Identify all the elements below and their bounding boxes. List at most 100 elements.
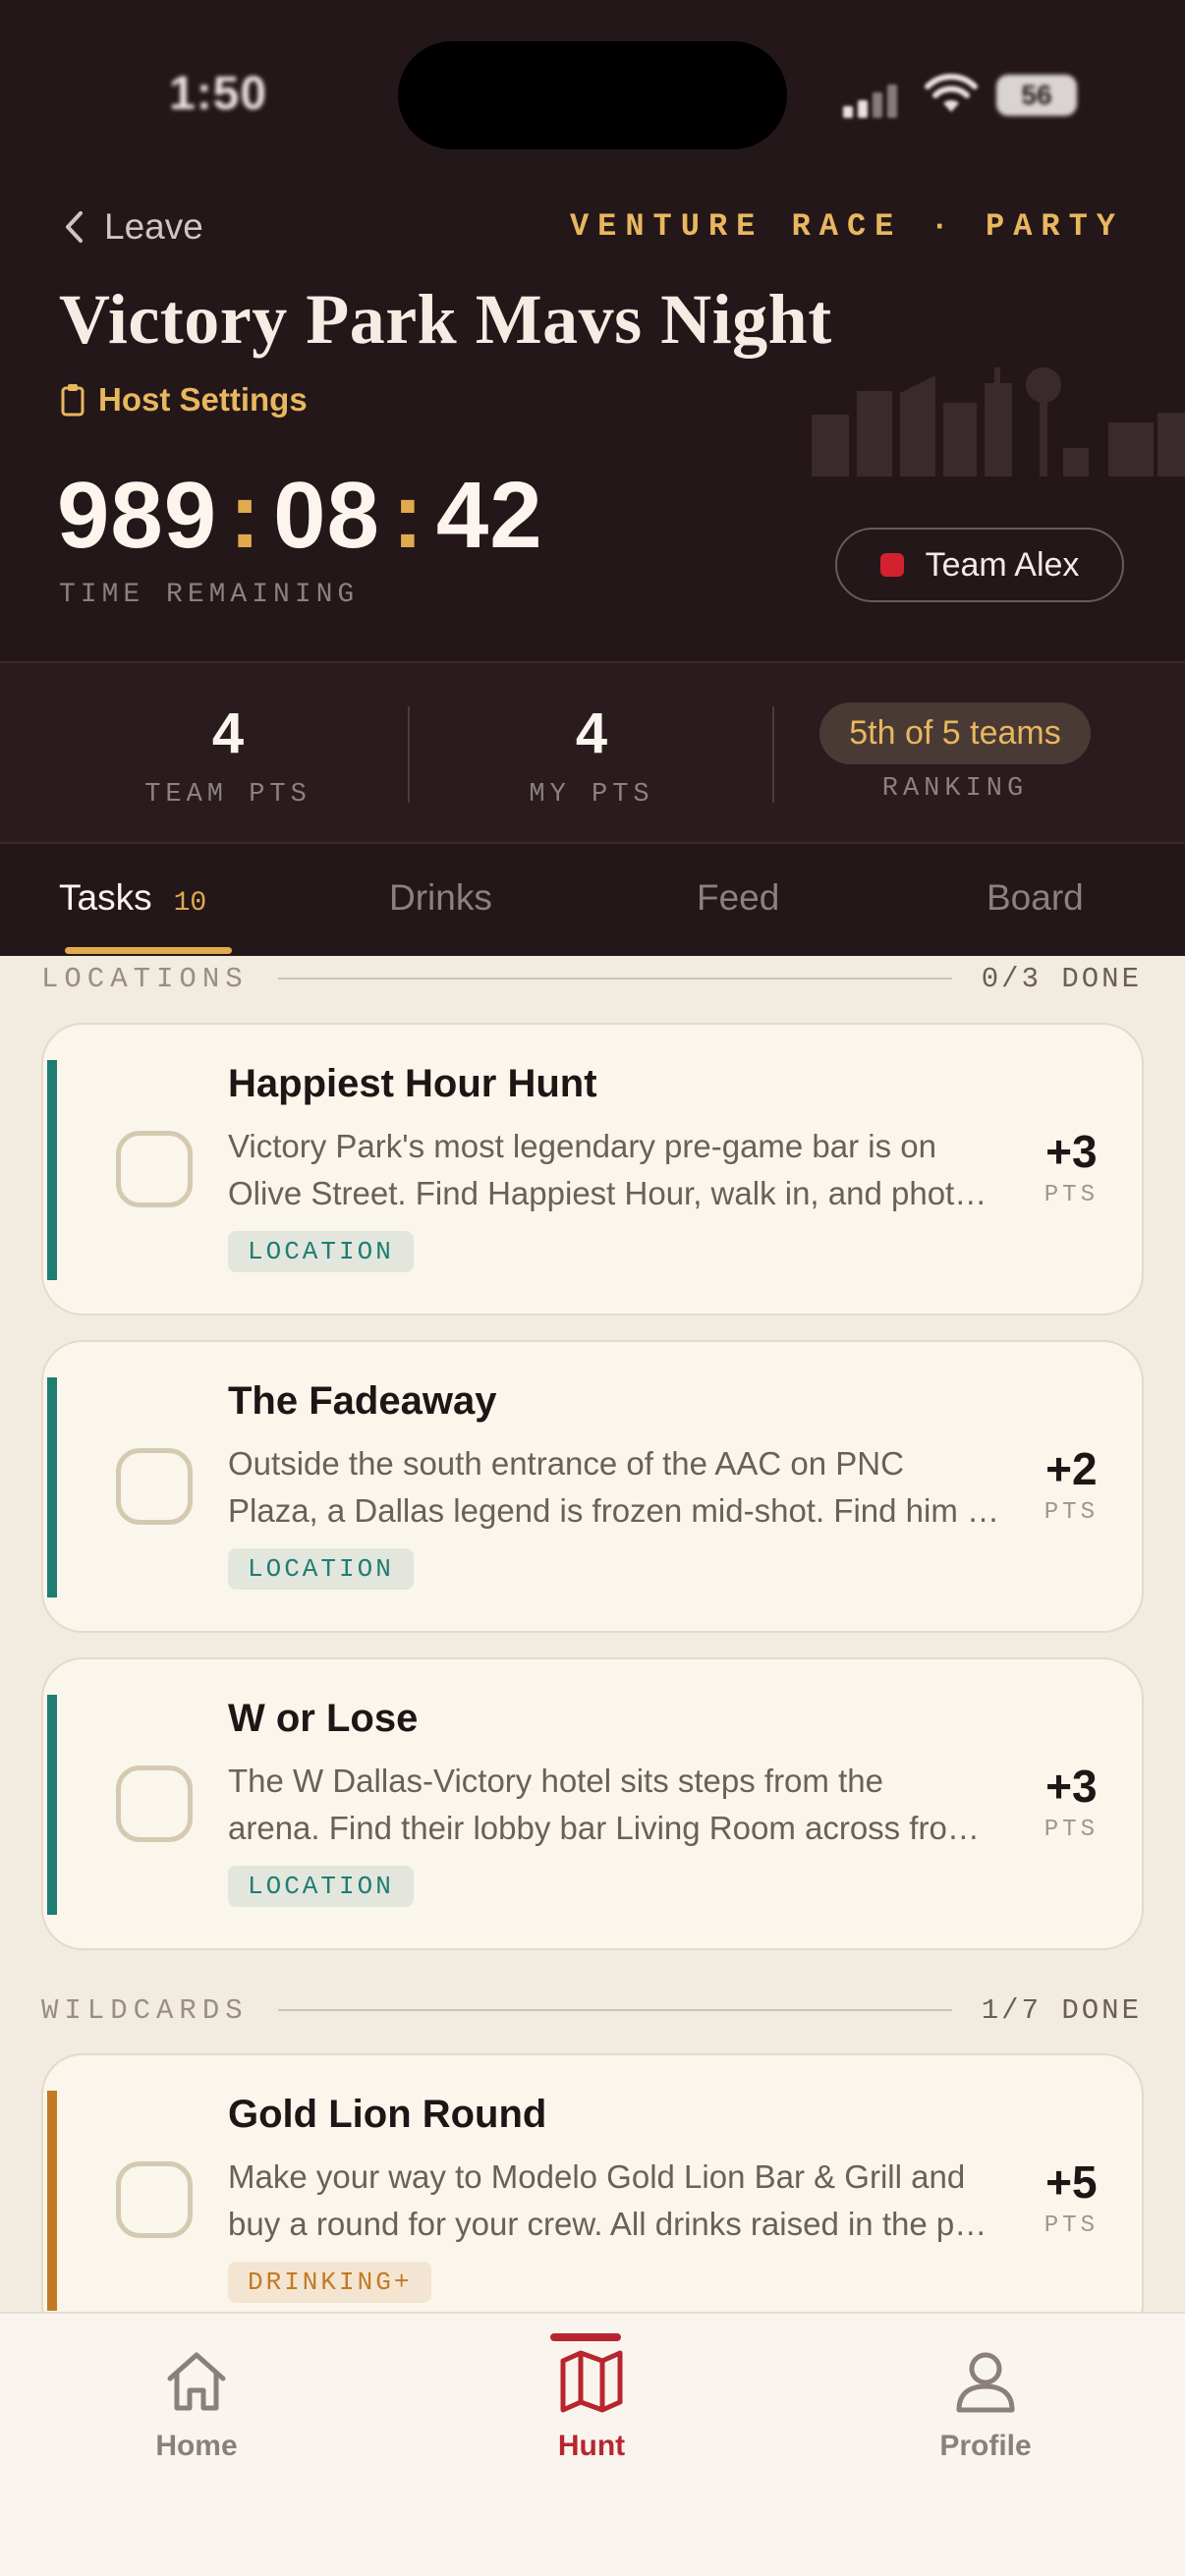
team-points-label: TEAM PTS xyxy=(144,780,311,810)
time-remaining-label: TIME REMAINING xyxy=(59,580,360,610)
tab-label: Tasks xyxy=(59,877,152,918)
task-points-label: PTS xyxy=(1044,2212,1099,2239)
person-icon xyxy=(956,2352,1015,2413)
game-mode-label: VENTURE RACE · PARTY xyxy=(569,208,1124,245)
timer-seconds: 42 xyxy=(435,463,543,568)
task-description-line: The W Dallas-Victory hotel sits steps fr… xyxy=(228,1763,883,1799)
task-points-value: +3 xyxy=(1045,1761,1098,1812)
task-checkbox[interactable] xyxy=(116,2161,193,2238)
ranking-stat[interactable]: 5th of 5 teams RANKING xyxy=(788,702,1122,804)
timer-separator: : xyxy=(229,463,262,568)
task-description: Outside the south entrance of the AAC on… xyxy=(228,1440,1004,1535)
task-description-line: Make your way to Modelo Gold Lion Bar & … xyxy=(228,2158,966,2195)
cellular-signal-icon xyxy=(843,79,904,118)
team-name: Team Alex xyxy=(925,545,1080,584)
task-description: The W Dallas-Victory hotel sits steps fr… xyxy=(228,1758,1004,1852)
tab-label: Feed xyxy=(697,877,780,918)
bottom-navigation: Home Hunt Profile xyxy=(0,2312,1185,2576)
tab-tasks[interactable]: Tasks 10 xyxy=(59,877,206,919)
header: 1:50 56 Leave VENTURE RACE · PARTY Victo… xyxy=(0,0,1185,661)
ranking-value: 5th of 5 teams xyxy=(819,702,1091,764)
house-icon xyxy=(167,2352,226,2411)
task-points-value: +3 xyxy=(1045,1126,1098,1177)
leave-button[interactable]: Leave xyxy=(61,206,203,248)
task-points: +5 PTS xyxy=(1044,2156,1099,2239)
task-title: W or Lose xyxy=(228,1697,419,1740)
task-accent-bar xyxy=(47,1695,57,1915)
task-checkbox[interactable] xyxy=(116,1765,193,1842)
my-points-value: 4 xyxy=(575,701,608,765)
team-points-value: 4 xyxy=(211,701,245,765)
nav-label: Profile xyxy=(939,2430,1032,2462)
task-description: Victory Park's most legendary pre-game b… xyxy=(228,1123,1004,1217)
timer-hours: 989 xyxy=(57,463,218,568)
task-description-line: buy a round for your crew. All drinks ra… xyxy=(228,2206,1004,2242)
task-description-line: Plaza, a Dallas legend is frozen mid-sho… xyxy=(228,1492,1004,1529)
task-tag: LOCATION xyxy=(228,1231,414,1272)
section-title: WILDCARDS xyxy=(41,1993,249,2027)
task-description-line: Olive Street. Find Happiest Hour, walk i… xyxy=(228,1175,1004,1211)
section-divider xyxy=(277,978,952,980)
nav-home[interactable]: Home xyxy=(88,2347,305,2463)
task-card[interactable]: Gold Lion Round Make your way to Modelo … xyxy=(41,2053,1144,2312)
skyline-graphic xyxy=(812,367,1185,476)
status-time: 1:50 xyxy=(169,68,268,120)
task-title: Gold Lion Round xyxy=(228,2093,547,2136)
team-badge[interactable]: Team Alex xyxy=(835,528,1124,602)
task-description: Make your way to Modelo Gold Lion Bar & … xyxy=(228,2154,1004,2248)
tab-count-badge: 10 xyxy=(173,888,207,919)
task-card[interactable]: Happiest Hour Hunt Victory Park's most l… xyxy=(41,1023,1144,1316)
stat-divider xyxy=(408,706,410,803)
task-points-label: PTS xyxy=(1044,1499,1099,1526)
nav-label: Home xyxy=(155,2430,238,2462)
dynamic-island xyxy=(398,41,787,149)
nav-profile[interactable]: Profile xyxy=(877,2347,1094,2463)
task-checkbox[interactable] xyxy=(116,1131,193,1207)
tab-label: Board xyxy=(987,877,1084,918)
map-icon xyxy=(560,2350,623,2413)
task-description-line: arena. Find their lobby bar Living Room … xyxy=(228,1810,1004,1846)
nav-hunt[interactable]: Hunt xyxy=(483,2333,700,2463)
host-settings-label: Host Settings xyxy=(98,381,308,418)
section-divider xyxy=(277,2009,952,2011)
active-nav-indicator xyxy=(550,2333,621,2341)
task-tag: LOCATION xyxy=(228,1866,414,1907)
task-tag: LOCATION xyxy=(228,1548,414,1590)
section-header-wildcards: WILDCARDS 1/7 DONE xyxy=(41,1990,1142,2030)
leave-label: Leave xyxy=(104,206,203,247)
tab-bar: Tasks 10 Drinks Feed Board xyxy=(0,844,1185,956)
task-title: The Fadeaway xyxy=(228,1379,497,1423)
my-points-stat: 4 MY PTS xyxy=(424,700,759,810)
ranking-label: RANKING xyxy=(881,774,1029,804)
task-points-label: PTS xyxy=(1044,1817,1099,1843)
section-progress: 1/7 DONE xyxy=(981,1993,1142,2027)
chevron-left-icon xyxy=(66,211,83,243)
host-settings-button[interactable]: Host Settings xyxy=(61,381,308,419)
nav-label: Hunt xyxy=(557,2430,626,2462)
task-points-label: PTS xyxy=(1044,1182,1099,1208)
tab-feed[interactable]: Feed xyxy=(697,877,779,919)
task-tag: DRINKING+ xyxy=(228,2262,432,2303)
team-color-dot xyxy=(879,553,904,577)
task-list[interactable]: LOCATIONS 0/3 DONE Happiest Hour Hunt Vi… xyxy=(0,956,1185,2312)
task-card[interactable]: W or Lose The W Dallas-Victory hotel sit… xyxy=(41,1657,1144,1950)
event-title: Victory Park Mavs Night xyxy=(59,280,832,359)
tab-label: Drinks xyxy=(389,877,492,918)
timer-separator: : xyxy=(391,463,424,568)
active-tab-indicator xyxy=(65,947,232,954)
task-accent-bar xyxy=(47,2091,57,2311)
task-accent-bar xyxy=(47,1060,57,1280)
task-card[interactable]: The Fadeaway Outside the south entrance … xyxy=(41,1340,1144,1633)
wifi-icon xyxy=(925,74,978,112)
task-description-line: Outside the south entrance of the AAC on… xyxy=(228,1445,904,1482)
task-checkbox[interactable] xyxy=(116,1448,193,1525)
task-points-value: +2 xyxy=(1045,1443,1098,1494)
battery-level: 56 xyxy=(1021,80,1052,110)
task-description-line: Victory Park's most legendary pre-game b… xyxy=(228,1128,937,1164)
team-points-stat: 4 TEAM PTS xyxy=(61,700,395,810)
task-points: +3 PTS xyxy=(1044,1125,1099,1208)
tab-drinks[interactable]: Drinks xyxy=(389,877,492,919)
stat-divider xyxy=(772,706,774,803)
tab-board[interactable]: Board xyxy=(987,877,1084,919)
my-points-label: MY PTS xyxy=(529,780,654,810)
